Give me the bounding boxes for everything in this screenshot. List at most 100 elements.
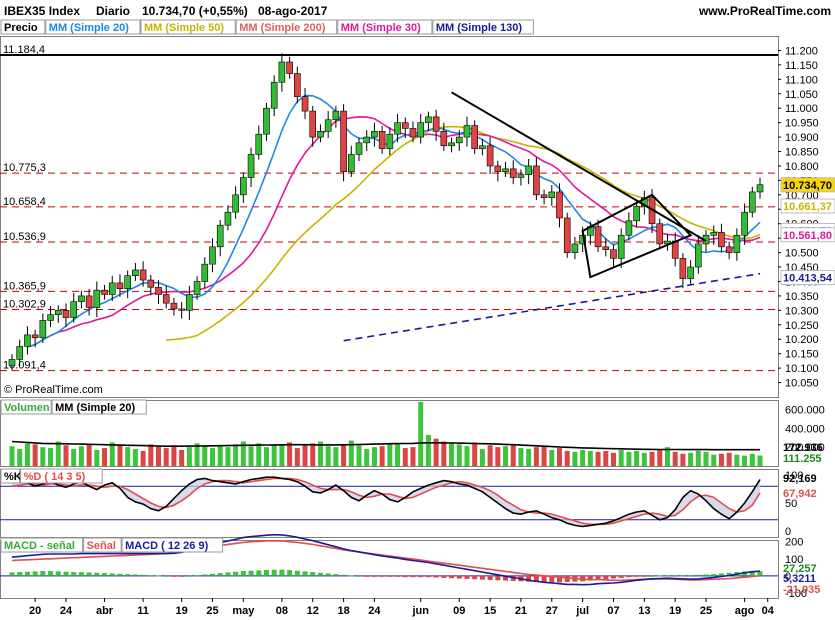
macd-hist-bar (603, 575, 609, 580)
x-tick-label: 18 (337, 605, 349, 617)
stoch-d-value: 67,942 (783, 488, 817, 500)
candle-body (748, 191, 756, 213)
value-tag-label: 10.561,80 (783, 230, 832, 242)
x-tick-label: 20 (29, 605, 41, 617)
candle-body (301, 96, 309, 112)
macd-hist-bar (425, 575, 431, 578)
macd-hist-bar (248, 570, 254, 576)
volume-bar (549, 449, 555, 466)
macd-signal-value: -21,935 (783, 584, 820, 596)
volume-bar (657, 449, 663, 466)
value-tag-label: 10.413,54 (783, 273, 833, 285)
volume-bar (209, 448, 215, 466)
macd-hist-bar (202, 574, 208, 576)
price-tick-label: 10.500 (785, 248, 819, 260)
candle-body (263, 107, 270, 135)
candle-body (155, 286, 162, 295)
macd-hist-bar (55, 571, 61, 576)
macd-hist-bar (125, 574, 131, 576)
volume-bar (418, 401, 424, 466)
macd-hist-bar (302, 571, 308, 576)
candle-body (139, 269, 147, 281)
volume-tick-label: 400.000 (785, 423, 825, 435)
macd-hist-bar (433, 575, 439, 578)
volume-bar (557, 448, 563, 466)
candle-body (255, 133, 263, 155)
price-tick-label: 10.800 (785, 161, 819, 173)
macd-hist-bar (641, 575, 647, 577)
volume-bar (225, 447, 231, 466)
x-tick-label: ago (735, 605, 755, 617)
macd-hist-bar (672, 575, 678, 577)
candle-body (409, 128, 417, 138)
volume-bar (749, 453, 755, 466)
volume-bar (287, 442, 293, 466)
macd-hist-bar (279, 569, 285, 576)
volume-bar (595, 451, 601, 466)
volume-bar (248, 446, 254, 466)
macd-hist-bar (364, 575, 370, 577)
volume-bar (510, 444, 516, 466)
volume-bar (202, 446, 208, 466)
volume-bar (718, 453, 724, 466)
macd-hist-bar (634, 575, 640, 577)
candle-body (8, 359, 16, 366)
volume-bar (726, 452, 732, 466)
volume-bar (117, 445, 123, 466)
candle-body (70, 301, 77, 318)
candle-body (39, 320, 47, 339)
volume-bar (132, 449, 138, 466)
price-tick-label: 10.250 (785, 320, 819, 332)
macd-hist-bar (48, 571, 54, 576)
volume-bar (734, 454, 740, 466)
volume-bar (156, 446, 162, 466)
candle-body (286, 61, 293, 74)
macd-hist-bar (179, 575, 185, 577)
macd-hist-bar (132, 574, 138, 576)
volume-bar (410, 447, 416, 466)
volume-bar (533, 447, 539, 466)
candle-body (440, 131, 448, 147)
legend-label: MM (Simple 20) (49, 22, 129, 34)
candle-body (332, 110, 340, 121)
macd-hist-bar (156, 575, 162, 577)
macd-hist-bar (217, 573, 223, 576)
legend-label: MACD ( 12 26 9) (125, 540, 208, 552)
candle-body (47, 314, 54, 321)
volume-bar (71, 449, 77, 466)
macd-hist-bar (317, 572, 323, 576)
volume-bar (618, 449, 624, 466)
volume-bar (294, 448, 300, 466)
price-tick-label: 10.850 (785, 147, 819, 159)
candle-body (216, 224, 224, 248)
volume-bar (263, 447, 269, 466)
price-tick-label: 10.950 (785, 118, 819, 130)
legend-label: MM (Simple 20) (55, 402, 135, 414)
price-tick-label: 11.150 (785, 60, 818, 72)
legend-label: %K (4, 471, 22, 483)
candle-body (695, 243, 702, 268)
candle-body (232, 194, 239, 213)
macd-hist-bar (163, 575, 169, 577)
candle-body (317, 131, 324, 138)
candle-body (324, 119, 332, 132)
candle-body (85, 295, 93, 308)
candle-body (270, 81, 278, 109)
candle-body (486, 145, 494, 167)
volume-last-value: 111.255 (783, 453, 822, 465)
macd-hist-bar (117, 573, 123, 576)
macd-hist-bar (626, 575, 632, 578)
macd-hist-bar (233, 571, 239, 576)
volume-bar (271, 445, 277, 466)
candle-body (656, 223, 664, 245)
hline-label: 10.775,3 (3, 162, 46, 174)
price-tick-label: 10.350 (785, 291, 819, 303)
macd-hist-bar (395, 575, 401, 577)
macd-hist-bar (402, 575, 408, 578)
macd-hist-bar (333, 574, 339, 576)
hline-label: 10.658,4 (3, 196, 46, 208)
volume-bar (379, 446, 385, 466)
candle-body (594, 226, 602, 248)
macd-hist-bar (664, 575, 670, 577)
macd-hist-bar (32, 571, 38, 576)
